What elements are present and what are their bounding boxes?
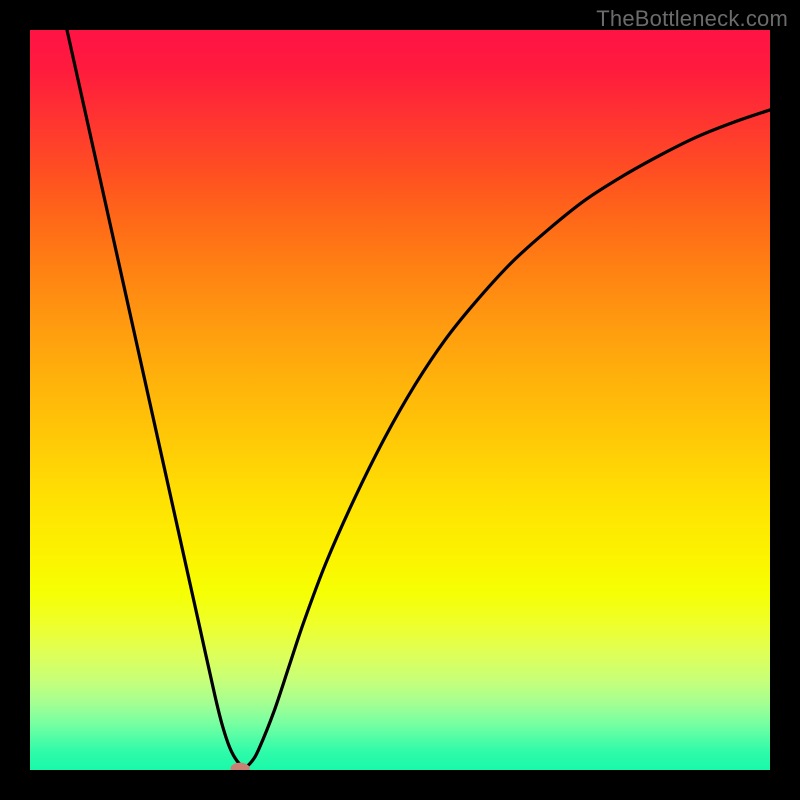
curve-svg <box>30 30 770 770</box>
bottleneck-curve <box>67 30 770 767</box>
plot-area <box>30 30 770 770</box>
watermark-text: TheBottleneck.com <box>596 6 788 32</box>
chart-frame: TheBottleneck.com <box>0 0 800 800</box>
minimum-marker <box>231 763 250 770</box>
